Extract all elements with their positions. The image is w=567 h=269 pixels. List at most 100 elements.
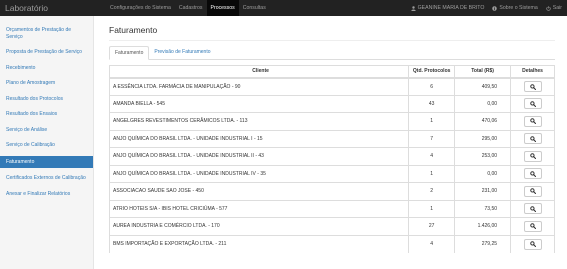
cell-cliente: ANGELGRES REVESTIMENTOS CERÂMICOS LTDA. … [108,112,410,130]
details-button[interactable] [523,203,542,215]
cell-detalhes [510,217,555,235]
search-icon [529,205,536,212]
cell-cliente: ATRIO HOTEIS S/A - IBIS HOTEL CRICIÚMA -… [108,199,410,218]
sidebar-item-certificados-externos[interactable]: Certificados Externos de Calibração [0,173,93,184]
cell-qtd-protocolos: 2 [408,182,456,200]
app-brand[interactable]: Laboratório [0,0,106,16]
cell-detalhes [510,94,555,113]
table-row: BMS IMPORTAÇÃO E EXPORTAÇÃO LTDA. - 211 4… [108,234,555,253]
cell-qtd-protocolos: 1 [408,164,456,183]
tab-faturamento[interactable]: Faturamento [109,46,150,60]
cell-cliente: ANJO QUÍMICA DO BRASIL LTDA. - UNIDADE I… [108,129,410,148]
details-button[interactable] [523,168,542,180]
sidebar: Orçamentos de Prestação de Serviço Propo… [0,16,94,269]
sidebar-item-recebimento[interactable]: Recebimento [0,63,93,74]
details-button[interactable] [523,133,542,145]
search-icon [529,153,536,160]
sidebar-item-servico-calibracao[interactable]: Serviço de Calibração [0,140,93,151]
cell-detalhes [510,164,555,183]
table-body: A ESSÊNCIA LTDA. FARMÁCIA DE MANIPULAÇÃO… [108,77,555,253]
cell-total: 253,00 [454,147,512,165]
details-button[interactable] [523,238,542,250]
cell-total: 1.426,00 [454,217,512,235]
main-content: Faturamento Faturamento Previsão de Fatu… [108,16,555,253]
sidebar-item-anexar-relatorios[interactable]: Anexar e Finalizar Relatórios [0,189,93,200]
details-button[interactable] [523,185,542,197]
info-icon [492,5,498,11]
power-icon [546,5,551,11]
nav-cadastros[interactable]: Cadastros [175,0,207,16]
cell-qtd-protocolos: 27 [408,217,456,235]
column-header-detalhes: Detalhes [510,65,555,79]
cell-total: 279,25 [454,234,512,253]
nav-logout-label: Sair [552,5,562,11]
details-button[interactable] [523,98,542,110]
cell-detalhes [510,112,555,130]
cell-cliente: ASSOCIACAO SAUDE SAO JOSE - 450 [108,182,410,200]
faturamento-table: Cliente Qtd. Protocolos Total (R$) Detal… [108,65,555,253]
cell-total: 0,00 [454,164,512,183]
table-row: AMANDA BIELLA - 545 43 0,00 [108,94,555,113]
details-button[interactable] [523,81,542,92]
table-row: AUREA INDUSTRIA E COMÉRCIO LTDA. - 170 27… [108,217,555,235]
search-icon [529,118,536,125]
cell-qtd-protocolos: 4 [408,234,456,253]
nav-consultas[interactable]: Consultas [239,0,270,16]
cell-qtd-protocolos: 6 [408,77,456,95]
table-row: ANJO QUÍMICA DO BRASIL LTDA. - UNIDADE I… [108,164,555,183]
search-icon [529,83,536,90]
sidebar-item-faturamento[interactable]: Faturamento [0,155,93,168]
table-header-row: Cliente Qtd. Protocolos Total (R$) Detal… [108,65,555,79]
cell-qtd-protocolos: 1 [408,199,456,218]
nav-about[interactable]: Sobre o Sistema [488,0,541,16]
table-row: ASSOCIACAO SAUDE SAO JOSE - 450 2 231,00 [108,182,555,200]
cell-detalhes [510,129,555,148]
cell-qtd-protocolos: 4 [408,147,456,165]
cell-qtd-protocolos: 7 [408,129,456,148]
column-header-total[interactable]: Total (R$) [454,65,512,79]
top-navbar: Laboratório Configurações do Sistema Cad… [0,0,567,16]
search-icon [529,223,536,230]
sidebar-item-orcamentos[interactable]: Orçamentos de Prestação de Serviço [0,25,93,42]
table-row: ANJO QUÍMICA DO BRASIL LTDA. - UNIDADE I… [108,147,555,165]
table-row: ATRIO HOTEIS S/A - IBIS HOTEL CRICIÚMA -… [108,199,555,218]
details-button[interactable] [523,115,542,127]
cell-cliente: AUREA INDUSTRIA E COMÉRCIO LTDA. - 170 [108,217,410,235]
nav-configuracoes[interactable]: Configurações do Sistema [106,0,175,16]
cell-qtd-protocolos: 1 [408,112,456,130]
sidebar-item-plano-amostragem[interactable]: Plano de Amostragem [0,78,93,89]
column-header-qtd[interactable]: Qtd. Protocolos [408,65,456,79]
cell-total: 73,50 [454,199,512,218]
sidebar-item-resultado-ensaios[interactable]: Resultado dos Ensaios [0,109,93,120]
tab-bar: Faturamento Previsão de Faturamento [109,46,555,60]
cell-detalhes [510,182,555,200]
sidebar-item-proposta[interactable]: Proposta de Prestação de Serviço [0,47,93,58]
cell-cliente: ANJO QUÍMICA DO BRASIL LTDA. - UNIDADE I… [108,147,410,165]
nav-processos[interactable]: Processos [206,0,239,16]
cell-cliente: ANJO QUÍMICA DO BRASIL LTDA. - UNIDADE I… [108,164,410,183]
cell-detalhes [510,199,555,218]
table-row: A ESSÊNCIA LTDA. FARMÁCIA DE MANIPULAÇÃO… [108,77,555,95]
sidebar-item-servico-analise[interactable]: Serviço de Análise [0,125,93,136]
cell-qtd-protocolos: 43 [408,94,456,113]
cell-total: 231,00 [454,182,512,200]
cell-cliente: A ESSÊNCIA LTDA. FARMÁCIA DE MANIPULAÇÃO… [108,77,410,95]
sidebar-item-resultado-protocolos[interactable]: Resultado dos Protocolos [0,94,93,105]
details-button[interactable] [523,220,542,232]
search-icon [529,188,536,195]
details-button[interactable] [523,150,542,162]
column-header-cliente[interactable]: Cliente [108,65,410,79]
nav-about-label: Sobre o Sistema [499,5,538,11]
nav-user[interactable]: GEANINE MARIA DE BRITO [407,0,489,16]
tab-previsao-faturamento[interactable]: Previsão de Faturamento [149,46,215,59]
cell-cliente: AMANDA BIELLA - 545 [108,94,410,113]
cell-detalhes [510,77,555,95]
nav-logout[interactable]: Sair [542,0,567,16]
search-icon [529,100,536,107]
cell-total: 470,06 [454,112,512,130]
cell-detalhes [510,234,555,253]
cell-cliente: BMS IMPORTAÇÃO E EXPORTAÇÃO LTDA. - 211 [108,234,410,253]
search-icon [529,241,536,247]
search-icon [529,135,536,142]
table-row: ANGELGRES REVESTIMENTOS CERÂMICOS LTDA. … [108,112,555,130]
